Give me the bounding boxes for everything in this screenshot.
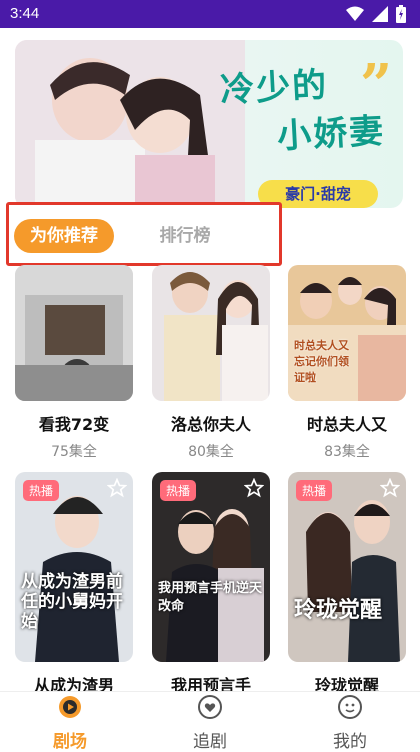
drama-card[interactable]: 洛总你夫人 80集全 xyxy=(152,265,270,461)
nav-label: 追剧 xyxy=(193,732,227,752)
drama-card[interactable]: 热播 从成为渣男前任的小舅妈开始 从成为渣男 xyxy=(15,472,133,696)
nav-label: 剧场 xyxy=(53,732,87,752)
drama-poster[interactable]: 热播 从成为渣男前任的小舅妈开始 xyxy=(15,472,133,662)
signal-icon xyxy=(372,6,388,22)
banner-title-line2: 小娇妻 xyxy=(276,111,387,157)
star-icon[interactable] xyxy=(244,478,264,498)
hero-banner[interactable]: ” 冷少的 小娇妻 豪门·甜宠 xyxy=(15,40,403,208)
drama-poster[interactable]: 时总夫人又忘记你们领证啦 xyxy=(288,265,406,401)
drama-title: 时总夫人又 xyxy=(306,415,387,434)
star-icon[interactable] xyxy=(107,478,127,498)
drama-title: 洛总你夫人 xyxy=(170,415,251,434)
hot-badge: 热播 xyxy=(23,480,60,501)
poster-caption: 我用预言手机逆天改命 xyxy=(158,581,263,614)
tab-recommend[interactable]: 为你推荐 xyxy=(14,219,114,253)
poster-image xyxy=(15,265,133,401)
poster-caption: 时总夫人又忘记你们领证啦 xyxy=(294,339,349,384)
nav-mine[interactable]: 我的 xyxy=(280,692,420,752)
bottom-nav: 剧场 追剧 我的 xyxy=(0,691,420,752)
drama-episodes: 75集全 xyxy=(51,444,97,460)
tab-ranking[interactable]: 排行榜 xyxy=(156,219,214,253)
profile-icon xyxy=(338,695,362,719)
drama-poster[interactable] xyxy=(152,265,270,401)
drama-episodes: 80集全 xyxy=(188,444,234,460)
poster-image xyxy=(152,265,270,401)
heart-icon xyxy=(198,695,222,719)
drama-card[interactable]: 时总夫人又忘记你们领证啦 时总夫人又 83集全 xyxy=(288,265,406,461)
drama-title: 看我72变 xyxy=(38,415,110,434)
hot-badge: 热播 xyxy=(296,480,333,501)
wifi-icon xyxy=(346,6,364,21)
drama-card[interactable]: 看我72变 75集全 xyxy=(15,265,133,461)
battery-icon xyxy=(396,5,406,23)
drama-card[interactable]: 热播 我用预言手机逆天改命 我用预言手 xyxy=(152,472,270,696)
banner-title-line1: 冷少的 xyxy=(219,65,330,111)
poster-caption: 从成为渣男前任的小舅妈开始 xyxy=(21,572,123,632)
hot-badge: 热播 xyxy=(160,480,197,501)
drama-poster[interactable]: 热播 我用预言手机逆天改命 xyxy=(152,472,270,662)
nav-following[interactable]: 追剧 xyxy=(140,692,280,752)
drama-poster[interactable]: 热播 玲珑觉醒 xyxy=(288,472,406,662)
play-icon xyxy=(59,696,81,718)
drama-episodes: 83集全 xyxy=(324,444,370,460)
drama-card[interactable]: 热播 玲珑觉醒 玲珑觉醒 xyxy=(288,472,406,696)
status-bar: 3:44 xyxy=(0,0,420,28)
poster-caption: 玲珑觉醒 xyxy=(294,598,383,623)
star-icon[interactable] xyxy=(380,478,400,498)
status-time: 3:44 xyxy=(10,5,40,22)
drama-poster[interactable] xyxy=(15,265,133,401)
nav-theater[interactable]: 剧场 xyxy=(0,692,140,752)
banner-couple-image xyxy=(15,40,245,208)
nav-label: 我的 xyxy=(333,732,367,752)
